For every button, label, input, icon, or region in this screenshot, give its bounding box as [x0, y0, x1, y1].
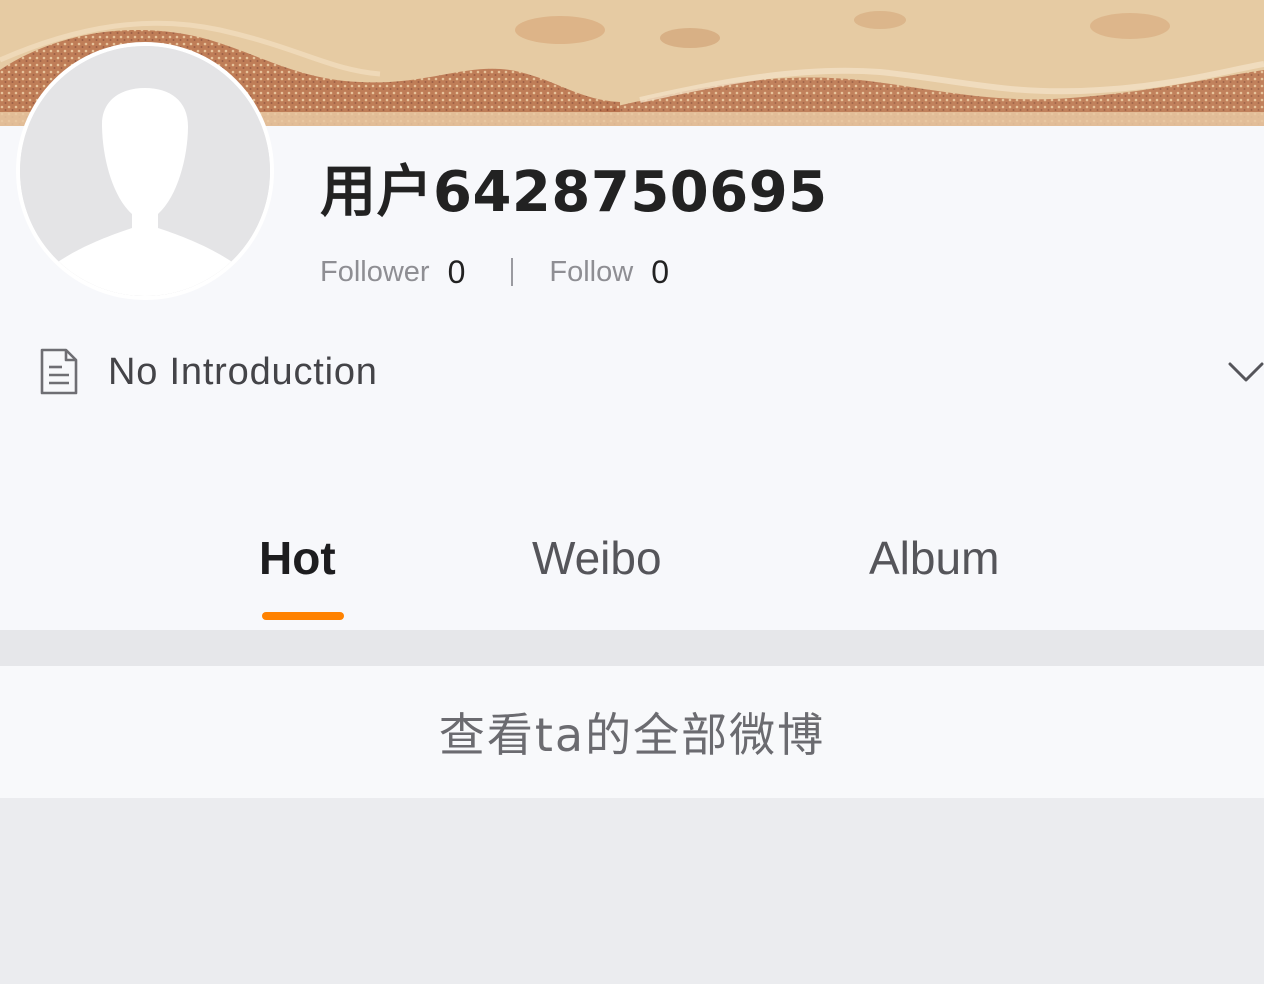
following-count[interactable]: 0: [651, 254, 669, 291]
follow-stats: Follower 0 Follow 0: [320, 252, 669, 292]
followers-label[interactable]: Follower: [320, 256, 430, 289]
active-tab-indicator: [262, 612, 344, 620]
chevron-down-icon[interactable]: [1226, 352, 1264, 392]
introduction-row[interactable]: No Introduction: [36, 344, 378, 400]
stats-divider: [511, 258, 514, 286]
username: 用户6428750695: [320, 160, 828, 225]
section-divider: [0, 630, 1264, 666]
followers-count[interactable]: 0: [448, 254, 466, 291]
introduction-text: No Introduction: [108, 350, 378, 393]
view-all-weibo-label: 查看ta的全部微博: [438, 708, 826, 762]
tab-weibo[interactable]: Weibo: [532, 530, 662, 586]
profile-tabs: Hot Weibo Album: [0, 520, 1264, 630]
following-label[interactable]: Follow: [549, 256, 633, 289]
view-all-weibo-button[interactable]: 查看ta的全部微博: [0, 666, 1264, 798]
default-avatar-silhouette-icon: [20, 46, 270, 296]
avatar[interactable]: [16, 42, 274, 300]
tab-album[interactable]: Album: [869, 530, 999, 586]
document-icon: [40, 348, 78, 395]
empty-content-area: [0, 798, 1264, 984]
tab-hot[interactable]: Hot: [259, 530, 336, 586]
